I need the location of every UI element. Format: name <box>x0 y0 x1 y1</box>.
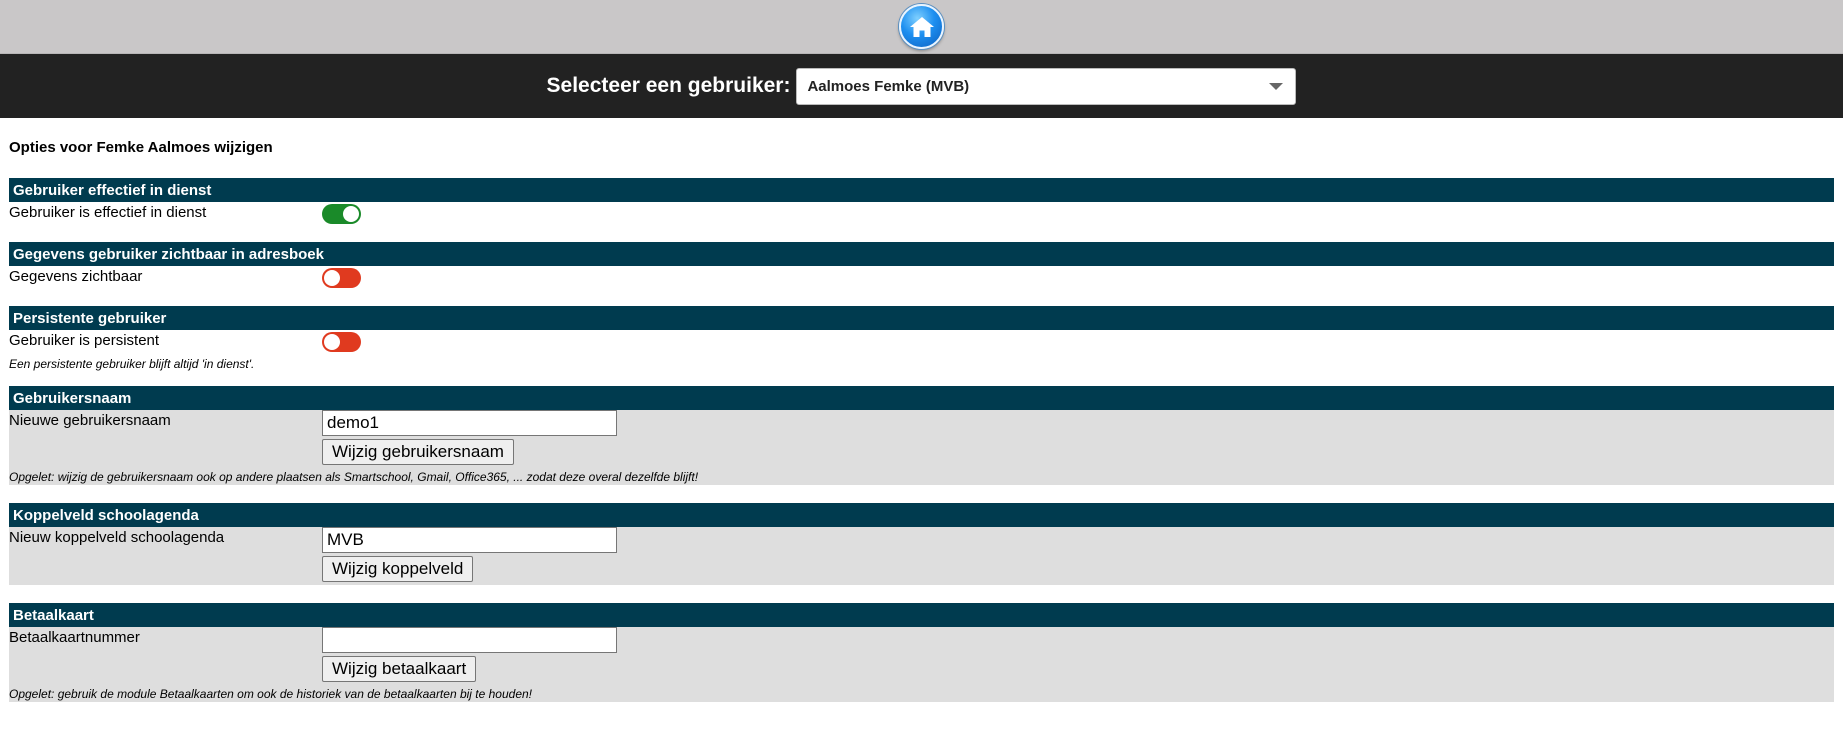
home-button[interactable] <box>899 4 944 49</box>
betaalkaart-label: Betaalkaartnummer <box>9 629 140 646</box>
chevron-down-icon <box>1269 82 1284 90</box>
section-header: Gegevens gebruiker zichtbaar in adresboe… <box>9 242 1834 266</box>
selected-user-value: Aalmoes Femke (MVB) <box>807 77 970 95</box>
toggle-knob <box>324 334 340 350</box>
section-header: Gebruikersnaam <box>9 386 1834 410</box>
zichtbaar-label: Gegevens zichtbaar <box>9 268 143 285</box>
persistent-note: Een persistente gebruiker blijft altijd … <box>9 357 255 371</box>
koppelveld-label: Nieuw koppelveld schoolagenda <box>9 529 225 546</box>
section-betaalkaart: Betaalkaart Betaalkaartnummer Wijzig bet… <box>9 603 1834 702</box>
persistent-toggle[interactable] <box>322 332 361 352</box>
home-icon <box>909 16 934 37</box>
section-koppelveld: Koppelveld schoolagenda Nieuw koppelveld… <box>9 503 1834 585</box>
wijzig-koppelveld-button[interactable]: Wijzig koppelveld <box>322 556 474 582</box>
effectief-label: Gebruiker is effectief in dienst <box>9 204 207 221</box>
section-gebruikersnaam: Gebruikersnaam Nieuwe gebruikersnaam Wij… <box>9 386 1834 485</box>
section-header: Betaalkaart <box>9 603 1834 627</box>
wijzig-betaalkaart-button[interactable]: Wijzig betaalkaart <box>322 656 477 682</box>
main-content: Opties voor Femke Aalmoes wijzigen Gebru… <box>0 138 1843 702</box>
gebruikersnaam-input[interactable] <box>322 410 617 436</box>
section-header: Persistente gebruiker <box>9 306 1834 330</box>
koppelveld-input[interactable] <box>322 527 617 553</box>
user-select-label: Selecteer een gebruiker: <box>546 74 791 97</box>
section-header: Koppelveld schoolagenda <box>9 503 1834 527</box>
section-persistent: Persistente gebruiker Gebruiker is persi… <box>9 306 1834 372</box>
top-bar <box>0 0 1843 54</box>
persistent-label: Gebruiker is persistent <box>9 332 160 349</box>
effectief-toggle[interactable] <box>322 204 361 224</box>
betaalkaart-input[interactable] <box>322 627 617 653</box>
page-title: Opties voor Femke Aalmoes wijzigen <box>9 139 273 156</box>
wijzig-gebruikersnaam-button[interactable]: Wijzig gebruikersnaam <box>322 439 514 465</box>
gebruikersnaam-label: Nieuwe gebruikersnaam <box>9 412 171 429</box>
zichtbaar-toggle[interactable] <box>322 268 361 288</box>
section-effectief: Gebruiker effectief in dienst Gebruiker … <box>9 178 1834 224</box>
toggle-knob <box>324 270 340 286</box>
section-zichtbaar: Gegevens gebruiker zichtbaar in adresboe… <box>9 242 1834 288</box>
user-select-dropdown[interactable]: Aalmoes Femke (MVB) <box>796 67 1297 105</box>
user-select-bar: Selecteer een gebruiker: Aalmoes Femke (… <box>0 54 1843 118</box>
section-header: Gebruiker effectief in dienst <box>9 178 1834 202</box>
gebruikersnaam-note: Opgelet: wijzig de gebruikersnaam ook op… <box>9 470 699 484</box>
toggle-knob <box>343 206 359 222</box>
betaalkaart-note: Opgelet: gebruik de module Betaalkaarten… <box>9 687 533 701</box>
